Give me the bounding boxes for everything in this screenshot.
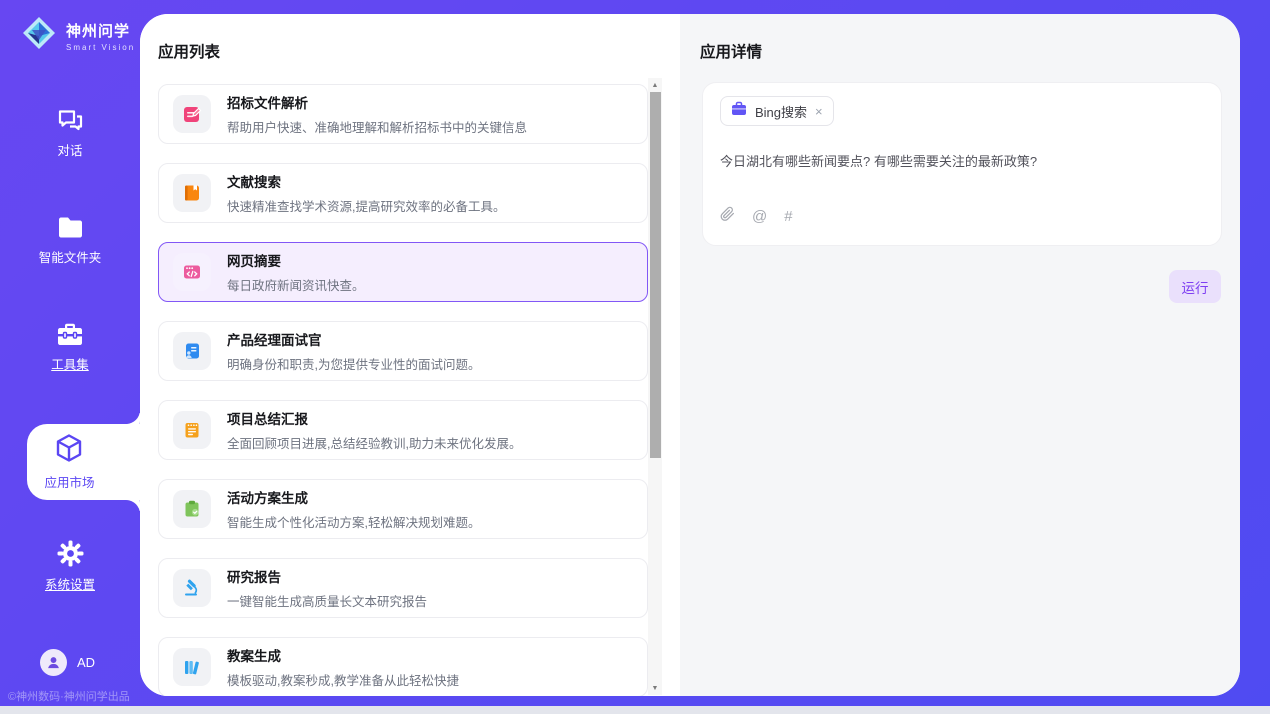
app-title: 招标文件解析: [227, 92, 527, 112]
mention-icon[interactable]: @: [752, 208, 767, 225]
app-card-literature-search[interactable]: 文献搜索 快速精准查找学术资源,提高研究效率的必备工具。: [158, 163, 648, 223]
sidebar-item-label: 智能文件夹: [39, 247, 102, 266]
prompt-card: Bing搜索 × 今日湖北有哪些新闻要点? 有哪些需要关注的最新政策? @ #: [702, 82, 1222, 246]
brand-tagline: Smart Vision: [66, 43, 135, 52]
folder-icon: [57, 216, 84, 240]
sidebar-item-label: 对话: [57, 140, 82, 159]
app-desc: 快速精准查找学术资源,提高研究效率的必备工具。: [227, 196, 505, 215]
gear-icon: [57, 540, 84, 567]
app-card-tender-parse[interactable]: 招标文件解析 帮助用户快速、准确地理解和解析招标书中的关键信息: [158, 84, 648, 144]
app-list-title: 应用列表: [158, 40, 220, 62]
app-desc: 全面回顾项目进展,总结经验教训,助力未来优化发展。: [227, 433, 521, 452]
app-desc: 一键智能生成高质量长文本研究报告: [227, 591, 427, 610]
chat-icon: [57, 108, 84, 133]
app-title: 教案生成: [227, 645, 459, 665]
sidebar-item-settings[interactable]: 系统设置: [0, 540, 140, 593]
run-button[interactable]: 运行: [1169, 270, 1221, 303]
app-title: 文献搜索: [227, 171, 505, 191]
app-list: 招标文件解析 帮助用户快速、准确地理解和解析招标书中的关键信息 文献搜索: [158, 84, 648, 696]
sidebar-item-chat[interactable]: 对话: [0, 108, 140, 159]
app-detail-title: 应用详情: [700, 40, 762, 62]
sidebar-item-label: 系统设置: [45, 574, 95, 593]
brand-logo: 神州问学 Smart Vision: [20, 14, 135, 57]
tag-close-icon[interactable]: ×: [815, 105, 823, 118]
toolbox-icon: [56, 322, 84, 347]
app-desc: 每日政府新闻资讯快查。: [227, 275, 365, 294]
app-card-web-summary[interactable]: 网页摘要 每日政府新闻资讯快查。: [158, 242, 648, 302]
tool-tag-label: Bing搜索: [755, 102, 807, 121]
app-card-pm-interviewer[interactable]: 产品经理面试官 明确身份和职责,为您提供专业性的面试问题。: [158, 321, 648, 381]
app-title: 研究报告: [227, 566, 427, 586]
app-title: 网页摘要: [227, 250, 365, 270]
app-title: 活动方案生成: [227, 487, 480, 507]
project-summary-icon: [173, 411, 211, 449]
page-bottom-strip: [0, 706, 1270, 710]
app-list-panel: 应用列表 招标文件解析 帮助用户快速、准确地理解和解析招标书中的关键信息: [140, 14, 680, 696]
cube-icon: [54, 433, 84, 465]
sidebar-item-label: 应用市场: [44, 472, 94, 491]
webpage-code-icon: [173, 253, 211, 291]
briefcase-icon: [731, 101, 747, 121]
activity-plan-icon: [173, 490, 211, 528]
diamond-logo-icon: [20, 14, 58, 57]
interviewer-icon: [173, 332, 211, 370]
hash-icon[interactable]: #: [784, 208, 792, 225]
sidebar-item-app-market[interactable]: 应用市场: [27, 424, 140, 500]
tender-doc-icon: [173, 95, 211, 133]
sidebar-item-label: 工具集: [51, 354, 89, 373]
app-detail-panel: 应用详情 Bing搜索 × 今日湖北有哪些新闻要点? 有哪些需要关注的最新政策?: [680, 14, 1240, 696]
user-initials: AD: [77, 655, 95, 670]
app-desc: 帮助用户快速、准确地理解和解析招标书中的关键信息: [227, 117, 527, 136]
app-list-scrollbar[interactable]: ▲ ▼: [648, 78, 662, 695]
app-desc: 明确身份和职责,为您提供专业性的面试问题。: [227, 354, 480, 373]
app-title: 项目总结汇报: [227, 408, 521, 428]
app-card-research-report[interactable]: 研究报告 一键智能生成高质量长文本研究报告: [158, 558, 648, 618]
user-account[interactable]: AD: [40, 649, 95, 676]
lesson-plan-icon: [173, 648, 211, 686]
scrollbar-up-icon[interactable]: ▲: [648, 78, 662, 92]
app-desc: 智能生成个性化活动方案,轻松解决规划难题。: [227, 512, 480, 531]
sidebar: 神州问学 Smart Vision 对话 智能文件夹: [0, 0, 140, 710]
app-title: 产品经理面试官: [227, 329, 480, 349]
copyright-text: ©神州数码·神州问学出品: [8, 688, 130, 704]
app-card-lesson-plan[interactable]: 教案生成 模板驱动,教案秒成,教学准备从此轻松快捷: [158, 637, 648, 696]
sidebar-item-toolset[interactable]: 工具集: [0, 322, 140, 373]
tool-tag-bing-search[interactable]: Bing搜索 ×: [720, 96, 834, 126]
app-desc: 模板驱动,教案秒成,教学准备从此轻松快捷: [227, 670, 459, 689]
sidebar-item-smart-folder[interactable]: 智能文件夹: [0, 216, 140, 266]
paperclip-icon[interactable]: [720, 206, 735, 227]
scrollbar-down-icon[interactable]: ▼: [648, 681, 662, 695]
app-window: 神州问学 Smart Vision 对话 智能文件夹: [0, 0, 1270, 710]
brand-name: 神州问学: [66, 20, 135, 41]
scrollbar-thumb[interactable]: [650, 92, 661, 458]
research-report-icon: [173, 569, 211, 607]
literature-book-icon: [173, 174, 211, 212]
avatar: [40, 649, 67, 676]
query-input[interactable]: 今日湖北有哪些新闻要点? 有哪些需要关注的最新政策?: [720, 151, 1204, 170]
app-card-project-summary[interactable]: 项目总结汇报 全面回顾项目进展,总结经验教训,助力未来优化发展。: [158, 400, 648, 460]
composer-toolbar: @ #: [720, 206, 793, 227]
main-panel: 应用列表 招标文件解析 帮助用户快速、准确地理解和解析招标书中的关键信息: [140, 14, 1240, 696]
app-card-activity-plan[interactable]: 活动方案生成 智能生成个性化活动方案,轻松解决规划难题。: [158, 479, 648, 539]
